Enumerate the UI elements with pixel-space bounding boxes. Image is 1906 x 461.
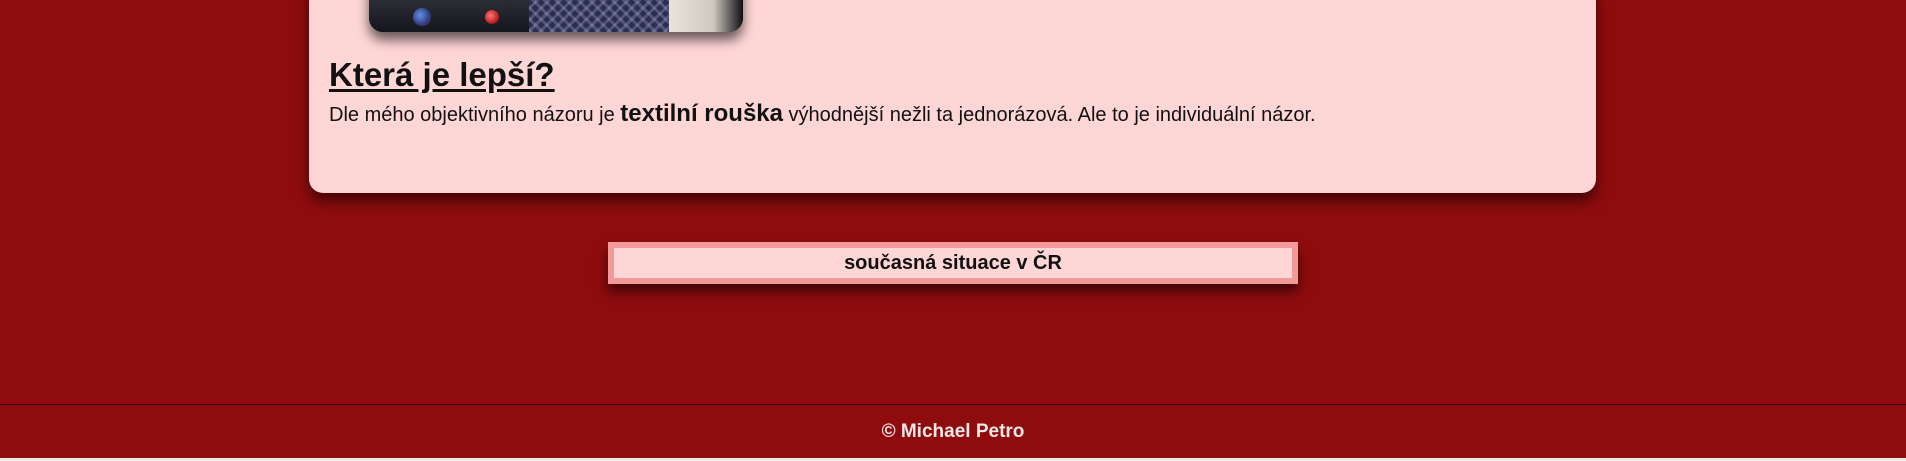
- footer-copyright: © Michael Petro: [881, 421, 1025, 442]
- article-card: Která je lepší? Dle mého objektivního ná…: [309, 0, 1596, 193]
- current-situation-button[interactable]: současná situace v ČR: [608, 242, 1298, 284]
- footer: © Michael Petro: [0, 404, 1906, 459]
- paragraph-text-before: Dle mého objektivního názoru je: [329, 104, 621, 126]
- face-masks-photo: [369, 0, 743, 32]
- photo-light-mask: [669, 0, 743, 32]
- article-paragraph: Dle mého objektivního názoru je textilní…: [329, 100, 1316, 128]
- photo-badge-blue: [413, 8, 431, 26]
- paragraph-text-after: výhodnější nežli ta jednorázová. Ale to …: [783, 104, 1316, 126]
- photo-badge-red: [485, 10, 499, 24]
- paragraph-emphasis: textilní rouška: [620, 100, 783, 127]
- photo-patterned-mask: [529, 0, 689, 32]
- photo-dark-mask: [369, 0, 529, 32]
- page: Která je lepší? Dle mého objektivního ná…: [0, 0, 1906, 461]
- section-heading: Která je lepší?: [329, 56, 555, 93]
